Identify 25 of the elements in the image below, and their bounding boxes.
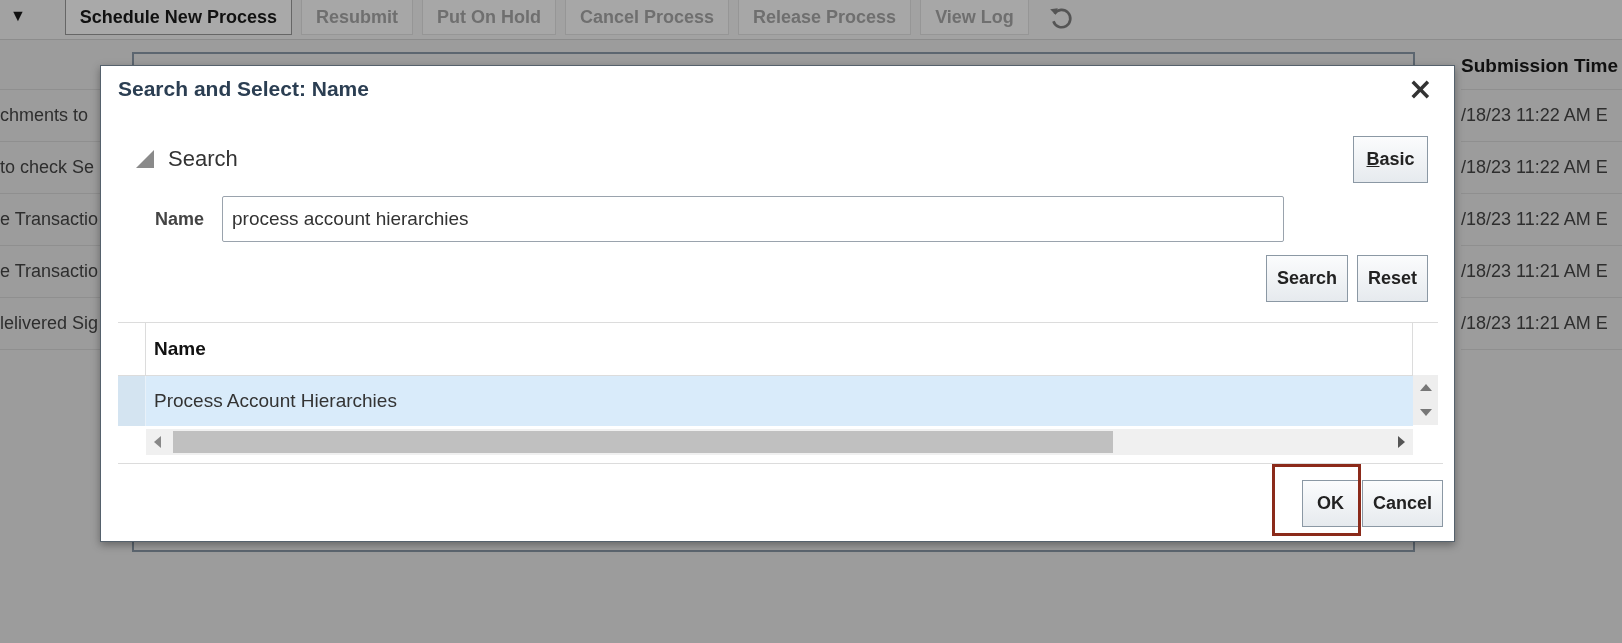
ok-button[interactable]: OK (1301, 480, 1359, 527)
close-button[interactable]: × (1403, 74, 1437, 104)
reset-button[interactable]: Reset (1356, 255, 1428, 302)
scroll-right-icon[interactable] (1398, 436, 1405, 448)
scroll-up-icon[interactable] (1419, 384, 1432, 391)
scroll-down-icon[interactable] (1419, 409, 1432, 416)
search-button[interactable]: Search (1265, 255, 1348, 302)
result-row[interactable]: Process Account Hierarchies (118, 375, 1413, 426)
field-label: Name (153, 208, 205, 230)
refresh-icon[interactable] (1047, 5, 1074, 31)
table-cell: /18/23 11:21 AM E (1461, 298, 1622, 350)
table-cell: /18/23 11:21 AM E (1461, 246, 1622, 298)
toolbar-button[interactable]: Schedule New Process (64, 0, 292, 35)
section-title: Search (168, 146, 239, 172)
caret-icon[interactable]: ▼ (10, 7, 26, 35)
column-header: Submission Time (1461, 40, 1622, 90)
table-cell: /18/23 11:22 AM E (1461, 142, 1622, 194)
scroll-left-icon[interactable] (154, 436, 161, 448)
disclosure-icon[interactable] (136, 150, 154, 168)
vertical-scrollbar[interactable] (1413, 375, 1438, 425)
table-cell: /18/23 11:22 AM E (1461, 90, 1622, 142)
basic-button[interactable]: Basic (1353, 135, 1428, 183)
name-field[interactable]: process account hierarchies (222, 196, 1284, 242)
cancel-button[interactable]: Cancel (1361, 480, 1443, 527)
table-cell: /18/23 11:22 AM E (1461, 194, 1622, 246)
